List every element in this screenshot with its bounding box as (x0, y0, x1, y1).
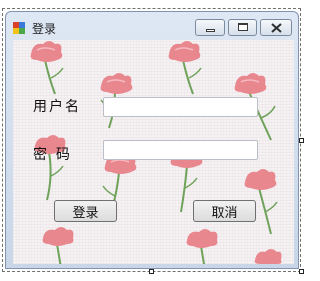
close-icon (271, 23, 282, 33)
login-window: 登录 用户名 密 码 登录 取消 (5, 11, 299, 269)
form-client-area: 用户名 密 码 登录 取消 (13, 40, 294, 264)
maximize-button[interactable] (228, 19, 257, 36)
minimize-icon (206, 29, 215, 32)
close-button[interactable] (260, 19, 292, 36)
flower-decoration (254, 249, 282, 264)
flower-decoration (30, 41, 64, 95)
password-input[interactable] (103, 140, 258, 160)
app-icon (13, 22, 25, 34)
maximize-icon (238, 23, 248, 31)
flower-decoration (34, 135, 66, 201)
window-title: 登录 (32, 22, 57, 36)
flower-decoration (186, 229, 218, 264)
username-input[interactable] (103, 97, 258, 117)
login-button[interactable]: 登录 (54, 200, 117, 222)
minimize-button[interactable] (195, 19, 225, 36)
username-label: 用户名 (33, 99, 81, 115)
title-bar[interactable]: 登录 (6, 12, 298, 42)
flower-decoration (168, 41, 202, 95)
resize-handle-bottom[interactable] (149, 269, 154, 274)
cancel-button[interactable]: 取消 (193, 200, 256, 222)
password-label: 密 码 (33, 147, 70, 163)
resize-handle-right[interactable] (299, 138, 304, 143)
flower-decoration (42, 227, 74, 264)
resize-handle-corner[interactable] (299, 269, 304, 274)
